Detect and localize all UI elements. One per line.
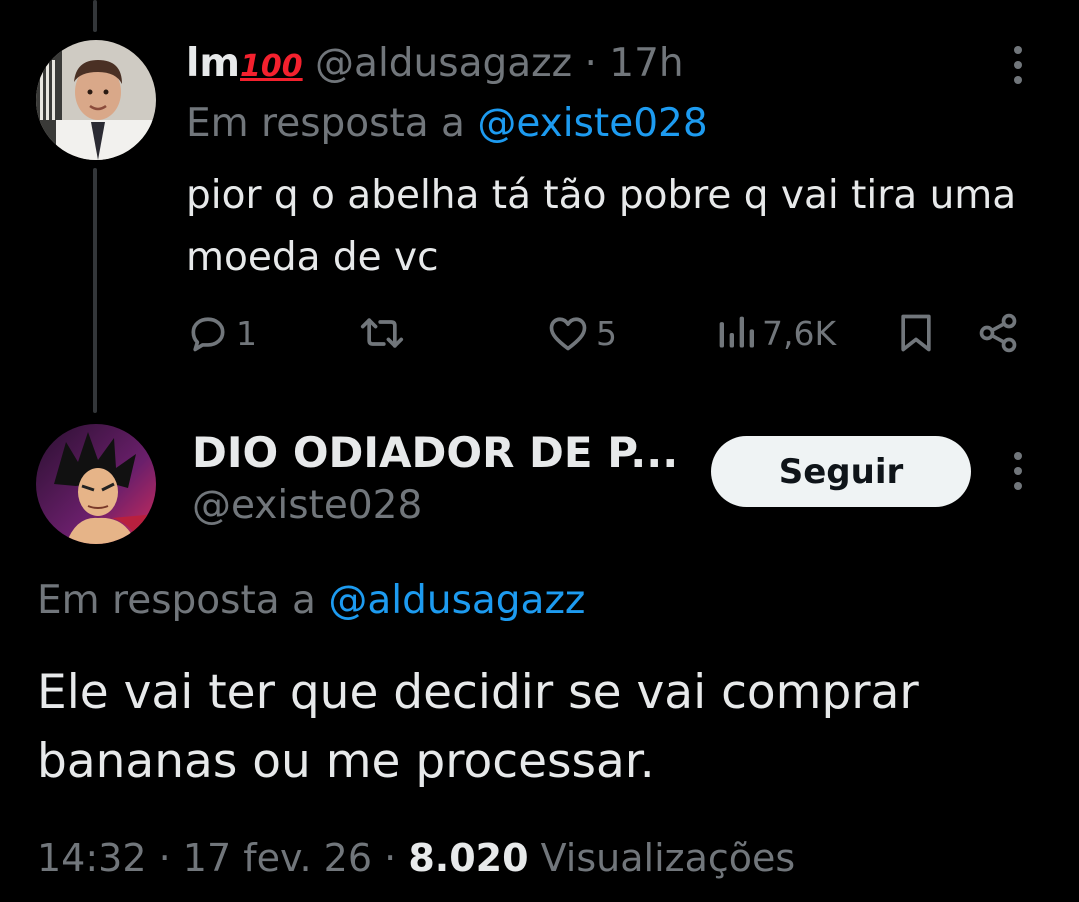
- main-author-handle[interactable]: @existe028: [192, 481, 422, 531]
- main-reply-to-mention[interactable]: @aldusagazz: [328, 578, 585, 623]
- reply-timestamp[interactable]: 17h: [609, 41, 683, 86]
- retweet-button[interactable]: [358, 305, 412, 361]
- share-icon: [979, 313, 1017, 353]
- comment-icon: [191, 317, 225, 352]
- main-more-icon[interactable]: [1014, 452, 1024, 490]
- views-label: Visualizações: [540, 836, 796, 880]
- heart-icon: [549, 317, 587, 351]
- follow-button[interactable]: Seguir: [711, 436, 971, 507]
- meta-separator: ·: [158, 836, 171, 880]
- reply-button[interactable]: 1: [186, 305, 257, 361]
- views-icon: [719, 316, 754, 348]
- views-number: 8.020: [408, 836, 529, 880]
- main-tweet-time[interactable]: 14:32: [37, 836, 147, 880]
- reply-action-bar: 1 5 7,6K: [186, 305, 1026, 361]
- like-count: 5: [596, 313, 617, 353]
- main-author-name[interactable]: DIO ODIADOR DE P...: [192, 428, 678, 478]
- bookmark-button[interactable]: [894, 305, 938, 361]
- main-tweet-meta: 14:32 · 17 fev. 26 · 8.020 Visualizações: [37, 833, 795, 883]
- retweet-icon: [360, 318, 404, 348]
- hundred-points-icon: 100: [240, 49, 303, 84]
- reply-more-icon[interactable]: [1014, 46, 1024, 84]
- views-button[interactable]: 7,6K: [716, 305, 836, 361]
- reply-replying-to: Em resposta a @existe028: [186, 100, 708, 148]
- share-button[interactable]: [976, 305, 1020, 361]
- reply-author-avatar[interactable]: [36, 40, 156, 160]
- reply-to-prefix: Em resposta a: [186, 101, 465, 146]
- reply-header: lm100 @aldusagazz · 17h: [186, 40, 684, 91]
- reply-count: 1: [236, 313, 257, 353]
- tweet-thread-page: lm100 @aldusagazz · 17h Em resposta a @e…: [0, 0, 1079, 902]
- thread-connector: [93, 168, 97, 413]
- meta-separator: ·: [384, 836, 397, 880]
- main-reply-to-prefix: Em resposta a: [37, 578, 316, 623]
- reply-author-handle[interactable]: @aldusagazz: [315, 41, 572, 86]
- thread-connector-top: [93, 0, 97, 32]
- like-button[interactable]: 5: [546, 305, 617, 361]
- reply-to-mention[interactable]: @existe028: [477, 101, 707, 146]
- bookmark-icon: [901, 314, 931, 352]
- main-tweet-text: Ele vai ter que decidir se vai comprar b…: [37, 665, 919, 789]
- main-tweet-date[interactable]: 17 fev. 26: [183, 836, 372, 880]
- views-count: 7,6K: [762, 313, 837, 353]
- main-replying-to: Em resposta a @aldusagazz: [37, 575, 585, 627]
- reply-text: pior q o abelha tá tão pobre q vai tira …: [186, 173, 1017, 280]
- main-author-avatar[interactable]: [36, 424, 156, 544]
- separator: ·: [584, 41, 597, 86]
- reply-author-name[interactable]: lm: [186, 41, 240, 86]
